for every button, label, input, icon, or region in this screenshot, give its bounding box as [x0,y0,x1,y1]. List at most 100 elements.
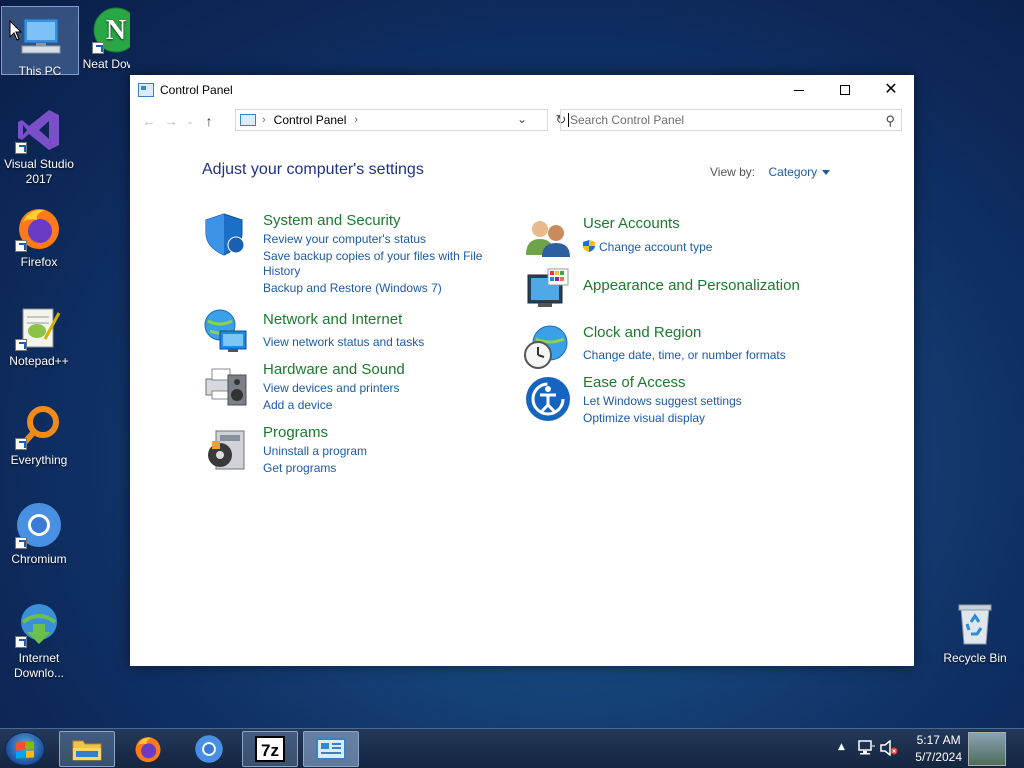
category-ease-of-access[interactable]: Ease of Access [583,374,686,391]
taskbar-7zip[interactable]: 7z [242,731,298,767]
start-button[interactable] [5,732,45,766]
category-hardware-sound[interactable]: Hardware and Sound [263,361,405,378]
recent-locations-button[interactable]: ⌄ [182,110,198,132]
appearance-monitor-icon[interactable] [524,267,572,315]
dropdown-triangle-icon[interactable] [822,170,831,176]
maximize-button[interactable] [822,75,868,105]
everything-search-icon [15,402,63,450]
link-change-date-time[interactable]: Change date, time, or number formats [583,348,786,363]
link-suggest-settings[interactable]: Let Windows suggest settings [583,394,742,409]
link-get-programs[interactable]: Get programs [263,461,336,476]
minimize-icon [794,89,804,91]
clock-globe-icon[interactable] [522,323,570,371]
search-box[interactable]: Search Control Panel ⚲ [560,109,902,131]
title-bar[interactable]: Control Panel ✕ [130,75,914,105]
category-system-security[interactable]: System and Security [263,212,401,229]
breadcrumb-separator-icon[interactable]: › [262,114,266,126]
close-icon: ✕ [884,81,898,98]
neat-download-icon: N [92,6,130,54]
desktop-icon-label: Chromium [11,552,67,566]
link-uninstall-program[interactable]: Uninstall a program [263,444,367,459]
chromium-icon [15,501,63,549]
desktop-icon-recycle-bin[interactable]: Recycle Bin [936,594,1014,666]
forward-button[interactable]: → [160,110,182,132]
desktop-icon-label: Internet Downlo... [13,651,65,680]
search-icon[interactable]: ⚲ [885,113,895,129]
network-icon[interactable] [858,740,876,756]
link-backup-restore[interactable]: Backup and Restore (Windows 7) [263,281,442,296]
link-review-status[interactable]: Review your computer's status [263,232,426,247]
taskbar-control-panel[interactable] [303,731,359,767]
desktop-icon-label: Recycle Bin [943,651,1007,665]
desktop-icon-label: Visual Studio 2017 [4,157,74,186]
shield-icon[interactable] [202,211,250,259]
recycle-bin-icon [951,600,999,648]
minimize-button[interactable] [776,75,822,105]
volume-muted-icon[interactable] [880,740,898,756]
link-change-account-type[interactable]: Change account type [599,240,712,255]
up-button[interactable]: ↑ [198,110,220,132]
navigation-bar: ← → ⌄ ↑ › Control Panel › ⌄ ↻ Search Con… [130,105,914,137]
link-add-device[interactable]: Add a device [263,398,332,413]
network-globe-icon[interactable] [202,307,250,355]
show-hidden-icons[interactable]: ▲ [838,742,845,752]
category-network-internet[interactable]: Network and Internet [263,311,402,328]
control-panel-icon [316,738,346,760]
breadcrumb-chevron-icon[interactable]: › [354,114,358,126]
ease-of-access-icon[interactable] [524,375,572,423]
desktop-icon-neat-download[interactable]: N Neat Downlo [78,0,130,72]
page-heading: Adjust your computer's settings [202,161,424,178]
mouse-pointer-icon [9,20,23,41]
category-programs[interactable]: Programs [263,424,328,441]
this-pc-icon [16,13,64,61]
view-by-label: View by: [710,165,756,179]
printer-speaker-icon[interactable] [202,361,250,409]
view-by: View by: Category [710,165,831,179]
breadcrumb-control-panel[interactable]: Control Panel [274,113,347,127]
folder-icon [72,740,102,761]
view-by-dropdown[interactable]: Category [768,165,817,179]
window-title: Control Panel [160,83,233,97]
search-placeholder: Search Control Panel [570,113,685,127]
desktop-icon-notepadpp[interactable]: Notepad++ [0,297,78,369]
link-optimize-display[interactable]: Optimize visual display [583,411,705,426]
desktop-icon-firefox[interactable]: Firefox [0,198,78,270]
category-appearance[interactable]: Appearance and Personalization [583,277,800,294]
taskbar-clock[interactable]: 5:17 AM 5/7/2024 [915,732,962,766]
address-dropdown-icon[interactable]: ⌄ [517,112,527,126]
chevron-down-icon: ⌄ [186,115,194,126]
arrow-right-icon: → [164,113,178,129]
link-save-backup[interactable]: Save backup copies of your files with Fi… [263,249,482,264]
control-panel-window: Control Panel ✕ ← → ⌄ ↑ › Control Panel … [130,75,914,666]
desktop-icon-label: Neat Downlo [82,57,130,71]
link-save-backup-history[interactable]: History [263,264,300,279]
desktop-icon-label: This PC [18,64,62,78]
category-clock-region[interactable]: Clock and Region [583,324,701,341]
taskbar-file-explorer[interactable] [59,731,115,767]
back-button[interactable]: ← [138,110,160,132]
taskbar-chromium[interactable] [181,731,237,767]
close-button[interactable]: ✕ [868,75,914,105]
taskbar: 7z ▲ 5:17 AM 5/7/2024 [0,728,1024,768]
notepadpp-icon [15,303,63,351]
svg-text:7z: 7z [261,741,279,760]
chromium-icon [195,735,223,763]
arrow-left-icon: ← [142,113,156,129]
firefox-icon [135,737,161,763]
arrow-up-icon: ↑ [205,113,213,129]
desktop-icon-visual-studio[interactable]: Visual Studio 2017 [0,100,78,187]
svg-text:N: N [106,15,126,46]
control-panel-app-icon [138,83,154,97]
desktop-icon-chromium[interactable]: Chromium [0,495,78,567]
link-devices-printers[interactable]: View devices and printers [263,381,400,396]
address-bar[interactable]: › Control Panel › ⌄ ↻ [235,109,566,131]
category-user-accounts[interactable]: User Accounts [583,215,680,232]
clock-date: 5/7/2024 [915,750,962,764]
link-network-status[interactable]: View network status and tasks [263,335,424,350]
desktop-icon-internet-download[interactable]: Internet Downlo... [0,594,78,681]
show-desktop-button[interactable] [968,732,1006,766]
programs-disc-icon[interactable] [202,425,250,473]
taskbar-firefox[interactable] [120,731,176,767]
user-accounts-icon[interactable] [524,213,572,261]
desktop-icon-everything[interactable]: Everything [0,396,78,468]
